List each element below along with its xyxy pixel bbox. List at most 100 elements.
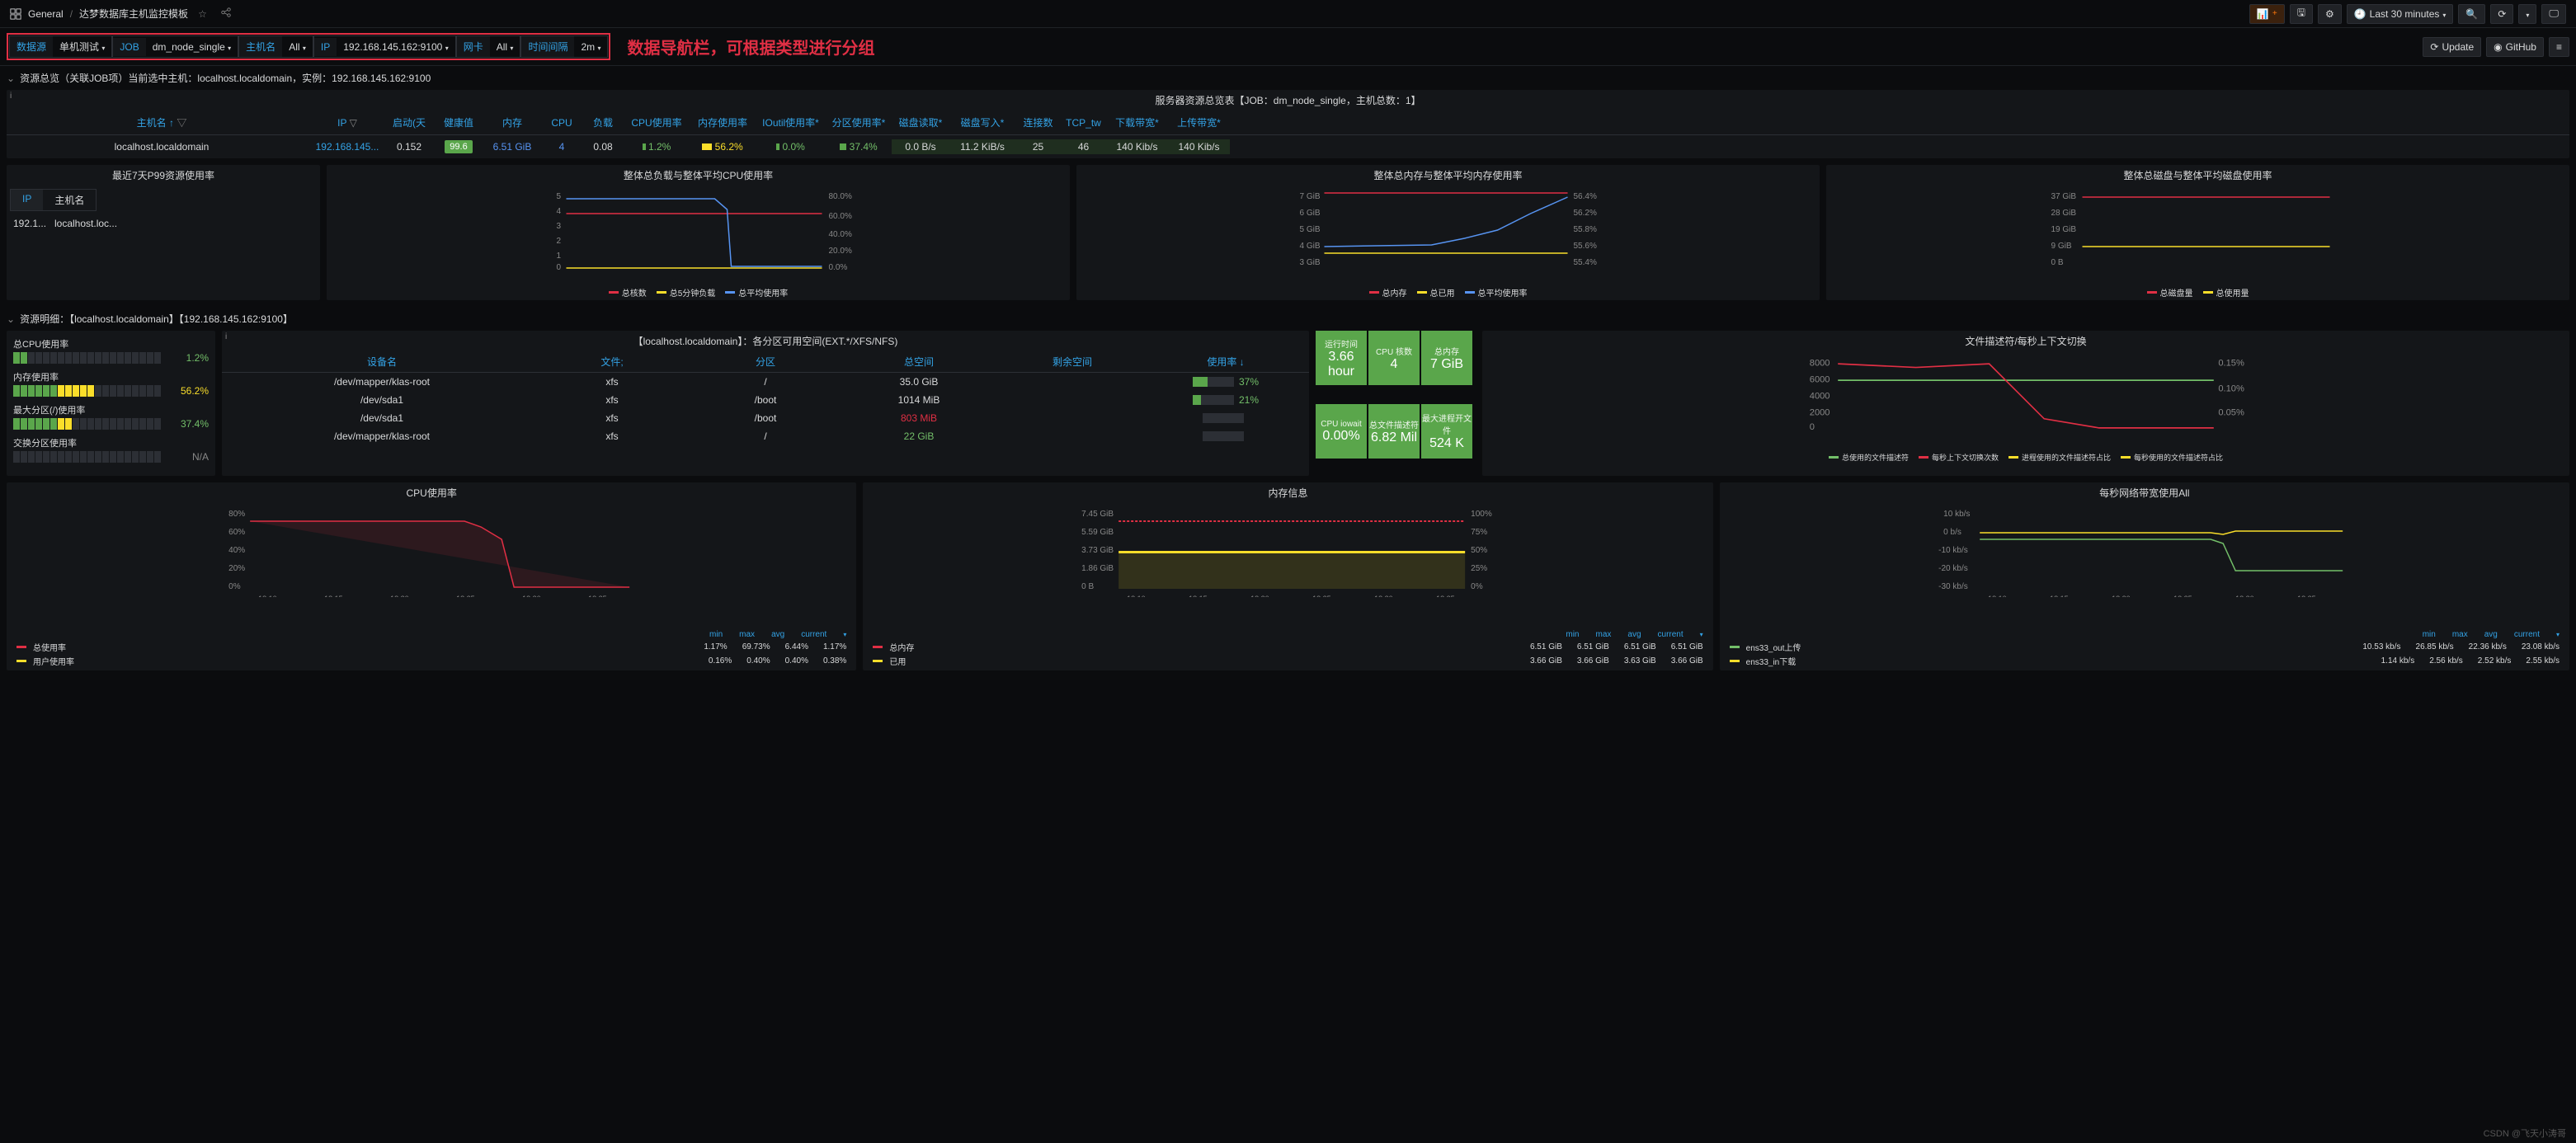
panel-title-overview: 服务器资源总览表【JOB：dm_node_single，主机总数：1】 [7, 90, 2569, 111]
col-health[interactable]: 健康值 [434, 114, 483, 131]
table-row: localhost.localdomain 192.168.145... 0.1… [7, 135, 2569, 158]
var-value-host[interactable]: All [282, 38, 313, 56]
bottom-chart-row: CPU使用率 80%60%40%20%0% 18:1018:1518:2018:… [0, 482, 2576, 677]
legend-item[interactable]: 总平均使用率 [725, 286, 788, 299]
legend-row[interactable]: 总内存 6.51 GiB6.51 GiB6.51 GiB6.51 GiB [873, 641, 1702, 653]
col-free[interactable]: 剩余空间 [996, 355, 1149, 369]
col-ul[interactable]: 上传带宽* [1168, 114, 1230, 131]
var-value-datasource[interactable]: 单机测试 [53, 36, 111, 57]
col-pct[interactable]: 使用率 ↓ [1149, 355, 1302, 369]
col-device[interactable]: 设备名 [228, 355, 535, 369]
col-io-pct[interactable]: IOutil使用率* [756, 114, 826, 131]
col-mount[interactable]: 分区 [689, 355, 842, 369]
col-ip[interactable]: IP ▽ [310, 115, 384, 130]
var-nic[interactable]: 网卡 All [456, 35, 521, 58]
var-job[interactable]: JOB dm_node_single [112, 35, 238, 58]
view-button[interactable]: 🖵 [2541, 4, 2566, 24]
cell-health: 99.6 [434, 139, 483, 155]
col-disk-r[interactable]: 磁盘读取* [892, 114, 949, 131]
legend-item[interactable]: 总使用的文件描述符 [1829, 452, 1909, 463]
zoom-out-button[interactable]: 🔍 [2458, 4, 2485, 24]
legend-item[interactable]: 总核数 [609, 286, 647, 299]
chart-meminfo[interactable]: 7.45 GiB5.59 GiB3.73 GiB1.86 GiB0 B 100%… [863, 503, 1712, 627]
col-host[interactable]: 主机名 ↑ ▽ [13, 114, 310, 131]
var-ip[interactable]: IP 192.168.145.162:9100 [313, 35, 456, 58]
col-tcp[interactable]: TCP_tw [1061, 115, 1106, 130]
legend-row[interactable]: ens33_out上传 10.53 kb/s26.85 kb/s22.36 kb… [1730, 641, 2560, 653]
legend-item[interactable]: 进程使用的文件描述符占比 [2009, 452, 2111, 463]
save-button[interactable]: 🖫 [2290, 4, 2313, 24]
var-value-interval[interactable]: 2m [574, 38, 607, 56]
tab-host[interactable]: 主机名 [43, 190, 96, 210]
time-range-picker[interactable]: 🕘 Last 30 minutes [2347, 4, 2454, 24]
var-value-ip[interactable]: 192.168.145.162:9100 [337, 38, 454, 56]
col-uptime[interactable]: 启动(天 [384, 114, 434, 131]
col-load[interactable]: 负载 [582, 114, 624, 131]
panel-title-net: 每秒网络带宽使用All [1720, 482, 2569, 503]
legend-item[interactable]: 总5分钟负载 [657, 286, 716, 299]
legend-item[interactable]: 每秒使用的文件描述符占比 [2121, 452, 2223, 463]
var-datasource[interactable]: 数据源 单机测试 [9, 35, 112, 58]
legend-item[interactable]: 总平均使用率 [1465, 286, 1528, 299]
col-dl[interactable]: 下载带宽* [1106, 114, 1168, 131]
svg-text:18:25: 18:25 [456, 595, 475, 597]
col-mem[interactable]: 内存 [483, 114, 541, 131]
panel-add-button[interactable]: 📊+ [2249, 4, 2285, 24]
tab-ip[interactable]: IP [11, 190, 43, 210]
col-total[interactable]: 总空间 [842, 355, 996, 369]
refresh-button[interactable]: ⟳ [2490, 4, 2513, 24]
cell-ip[interactable]: 192.168.145... [310, 139, 384, 154]
svg-text:18:25: 18:25 [2173, 595, 2192, 597]
col-disk-w[interactable]: 磁盘写入* [949, 114, 1015, 131]
legend-row[interactable]: 用户使用率 0.16%0.40%0.40%0.38% [16, 655, 846, 667]
var-value-nic[interactable]: All [490, 38, 520, 56]
chart-mem[interactable]: 7 GiB6 GiB5 GiB4 GiB3 GiB 56.4%56.2%55.8… [1076, 186, 1820, 285]
info-icon[interactable]: i [225, 332, 227, 341]
update-button[interactable]: ⟳ Update [2423, 37, 2481, 57]
row-header-detail[interactable]: ⌄ 资源明细：【localhost.localdomain】【192.168.1… [0, 307, 2576, 331]
var-value-job[interactable]: dm_node_single [146, 38, 238, 56]
settings-button[interactable]: ⚙ [2318, 4, 2342, 24]
github-button[interactable]: ◉ GitHub [2486, 37, 2544, 57]
chart-fd[interactable]: 80006000400020000 0.15%0.10%0.05% 18:101… [1482, 351, 2569, 450]
col-cpu[interactable]: CPU [541, 115, 582, 130]
col-cpu-pct[interactable]: CPU使用率 [624, 114, 690, 131]
col-conn[interactable]: 连接数 [1015, 114, 1061, 131]
panel-mem-chart: 整体总内存与整体平均内存使用率 7 GiB6 GiB5 GiB4 GiB3 Gi… [1076, 165, 1820, 300]
legend-item[interactable]: 总已用 [1417, 286, 1455, 299]
panel-disk-chart: 整体总磁盘与整体平均磁盘使用率 37 GiB28 GiB19 GiB9 GiB0… [1826, 165, 2569, 300]
var-interval[interactable]: 时间间隔 2m [520, 35, 608, 58]
panel-usage-bars: 总CPU使用率 1.2% 内存使用率 56.2% 最大分区(/)使用率 37.4… [7, 331, 215, 476]
svg-text:75%: 75% [1471, 528, 1487, 537]
svg-text:0.05%: 0.05% [2218, 407, 2244, 417]
breadcrumb-root[interactable]: General [28, 8, 64, 20]
panel-title-meminfo: 内存信息 [863, 482, 1712, 503]
info-icon[interactable]: i [10, 92, 12, 101]
menu-button[interactable]: ≡ [2549, 37, 2569, 57]
legend-item[interactable]: 总磁盘量 [2147, 286, 2193, 299]
col-part-pct[interactable]: 分区使用率* [826, 114, 892, 131]
star-icon[interactable]: ☆ [195, 8, 210, 20]
legend-row[interactable]: 已用 3.66 GiB3.66 GiB3.63 GiB3.66 GiB [873, 655, 1702, 667]
share-icon[interactable] [217, 7, 235, 21]
col-mem-pct[interactable]: 内存使用率 [690, 114, 756, 131]
panel-title-p99: 最近7天P99资源使用率 [7, 165, 320, 186]
chart-net[interactable]: 10 kb/s0 b/s-10 kb/s-20 kb/s-30 kb/s 18:… [1720, 503, 2569, 627]
chart-load[interactable]: 543210 80.0%60.0%40.0%20.0%0.0% 18:1018:… [327, 186, 1070, 285]
legend-mem: 总内存 总已用 总平均使用率 [1076, 285, 1820, 300]
row-header-overview[interactable]: ⌄ 资源总览（关联JOB项）当前选中主机：localhost.localdoma… [0, 66, 2576, 90]
svg-text:18:35: 18:35 [2297, 595, 2316, 597]
legend-row[interactable]: ens33_in下载 1.14 kb/s2.56 kb/s2.52 kb/s2.… [1730, 655, 2560, 667]
legend-item[interactable]: 总内存 [1369, 286, 1407, 299]
annotation-text: 数据导航栏，可根据类型进行分组 [627, 35, 874, 59]
chart-disk[interactable]: 37 GiB28 GiB19 GiB9 GiB0 B 18:1018:1518:… [1826, 186, 2569, 285]
col-fs[interactable]: 文件; [535, 355, 689, 369]
legend-row[interactable]: 总使用率 1.17%69.73%6.44%1.17% [16, 641, 846, 653]
refresh-interval-button[interactable] [2518, 4, 2536, 24]
svg-text:5: 5 [557, 192, 562, 201]
page-title[interactable]: 达梦数据库主机监控模板 [79, 7, 188, 21]
var-host[interactable]: 主机名 All [238, 35, 313, 58]
chart-cpu[interactable]: 80%60%40%20%0% 18:1018:1518:2018:2518:30… [7, 503, 856, 627]
legend-item[interactable]: 总使用量 [2203, 286, 2249, 299]
legend-item[interactable]: 每秒上下文切换次数 [1919, 452, 1999, 463]
